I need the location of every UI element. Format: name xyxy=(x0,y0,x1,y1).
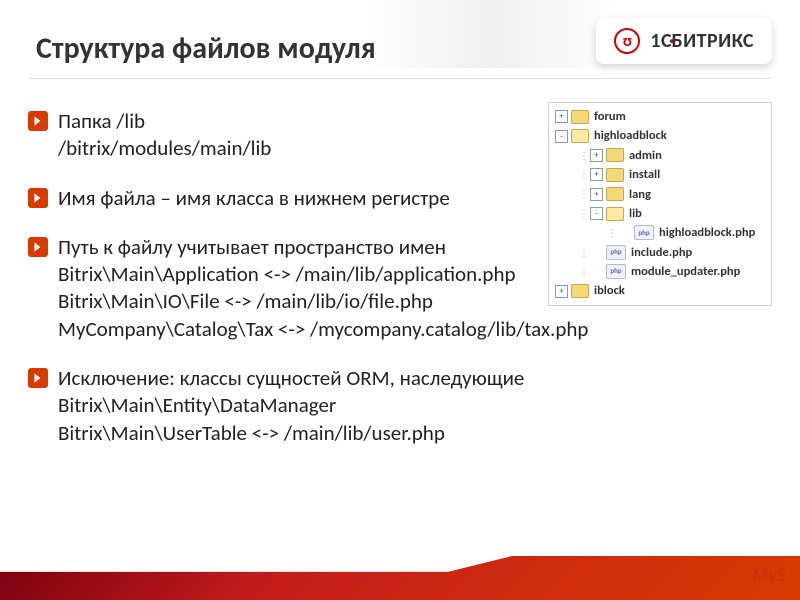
footer-stripe xyxy=(0,556,800,600)
expand-icon[interactable]: + xyxy=(590,149,603,162)
tree-guide-icon: ⋮ xyxy=(579,186,588,202)
brand-logo-icon: ʊ xyxy=(614,28,640,54)
arrow-icon xyxy=(28,368,48,388)
tree-label: highloadblock xyxy=(594,126,667,145)
arrow-icon xyxy=(28,111,48,131)
folder-icon xyxy=(571,129,589,143)
folder-icon xyxy=(571,110,589,124)
php-file-icon: php xyxy=(606,245,626,260)
brand-text: 1С·БИТРИКС xyxy=(650,29,754,53)
bullet-text: Папка /lib/bitrix/modules/main/lib xyxy=(58,108,271,163)
folder-icon xyxy=(606,207,624,221)
tree-guide-icon: ⋮ xyxy=(607,225,616,241)
bullet-line: Путь к файлу учитывает пространство имен xyxy=(58,234,588,261)
bullet-line: Bitrix\Main\Entity\DataManager xyxy=(58,392,524,419)
file-tree: +forum-highloadblock⋮+admin⋮+install⋮+la… xyxy=(548,102,772,306)
header-rule xyxy=(28,78,772,79)
tree-label: install xyxy=(629,165,660,184)
tree-label: admin xyxy=(629,146,662,165)
expand-icon[interactable]: + xyxy=(555,285,568,298)
slide: Структура файлов модуля ʊ 1С·БИТРИКС Пап… xyxy=(0,0,800,600)
bullet-line: /bitrix/modules/main/lib xyxy=(58,135,271,162)
tree-node: + iblock xyxy=(551,281,767,300)
tree-label: lib xyxy=(629,204,642,223)
folder-icon xyxy=(606,148,624,162)
header-shadow xyxy=(360,0,620,68)
bullet-item: Исключение: классы сущностей ORM, наслед… xyxy=(28,365,772,447)
tree-guide-icon: ⋮ xyxy=(579,245,588,261)
tree-guide-icon: ⋮ xyxy=(579,167,588,183)
expand-icon[interactable]: + xyxy=(590,168,603,181)
bullet-line: Bitrix\Main\IO\File <-> /main/lib/io/fil… xyxy=(58,288,588,315)
tree-node: ⋮ php module_updater.php xyxy=(551,262,767,281)
tree-node: ⋮ php highloadblock.php xyxy=(551,223,767,242)
bullet-line: Bitrix\Main\UserTable <-> /main/lib/user… xyxy=(58,420,524,447)
tree-guide-icon: ⋮ xyxy=(579,264,588,280)
php-file-icon: php xyxy=(606,264,626,279)
tree-node: - highloadblock xyxy=(551,126,767,145)
php-file-icon: php xyxy=(634,225,654,240)
expand-icon[interactable]: + xyxy=(590,188,603,201)
bullet-line: MyCompany\Catalog\Tax <-> /mycompany.cat… xyxy=(58,316,588,343)
page-title: Структура файлов модуля xyxy=(36,30,376,67)
collapse-icon[interactable]: - xyxy=(555,130,568,143)
folder-icon xyxy=(571,284,589,298)
tree-guide-icon: ⋮ xyxy=(579,206,588,222)
bullet-line: Имя файла – имя класса в нижнем регистре xyxy=(58,185,450,212)
tree-label: include.php xyxy=(631,243,692,262)
tree-node: + forum xyxy=(551,107,767,126)
content: Папка /lib/bitrix/modules/main/lib Имя фа… xyxy=(28,108,772,540)
watermark: MyS xyxy=(753,564,786,586)
bullet-text: Имя файла – имя класса в нижнем регистре xyxy=(58,185,450,212)
bullet-line: Bitrix\Main\Application <-> /main/lib/ap… xyxy=(58,261,588,288)
bullet-text: Исключение: классы сущностей ORM, наслед… xyxy=(58,365,524,447)
collapse-icon[interactable]: - xyxy=(590,207,603,220)
tree-node: ⋮+ admin xyxy=(551,146,767,165)
tree-label: module_updater.php xyxy=(631,262,740,281)
tree-label: lang xyxy=(629,185,651,204)
tree-guide-icon: ⋮ xyxy=(579,148,588,164)
folder-icon xyxy=(606,168,624,182)
tree-label: forum xyxy=(594,107,626,126)
folder-icon xyxy=(606,187,624,201)
header: Структура файлов модуля ʊ 1С·БИТРИКС xyxy=(0,0,800,96)
tree-node: ⋮- lib xyxy=(551,204,767,223)
tree-node: ⋮+ install xyxy=(551,165,767,184)
brand-badge: ʊ 1С·БИТРИКС xyxy=(596,18,772,64)
tree-node: ⋮ php include.php xyxy=(551,243,767,262)
arrow-icon xyxy=(28,237,48,257)
tree-label: highloadblock.php xyxy=(659,223,755,242)
bullet-text: Путь к файлу учитывает пространство имен… xyxy=(58,234,588,343)
tree-label: iblock xyxy=(594,281,625,300)
bullet-line: Исключение: классы сущностей ORM, наслед… xyxy=(58,365,524,392)
arrow-icon xyxy=(28,188,48,208)
expand-icon[interactable]: + xyxy=(555,110,568,123)
bullet-line: Папка /lib xyxy=(58,108,271,135)
tree-node: ⋮+ lang xyxy=(551,185,767,204)
